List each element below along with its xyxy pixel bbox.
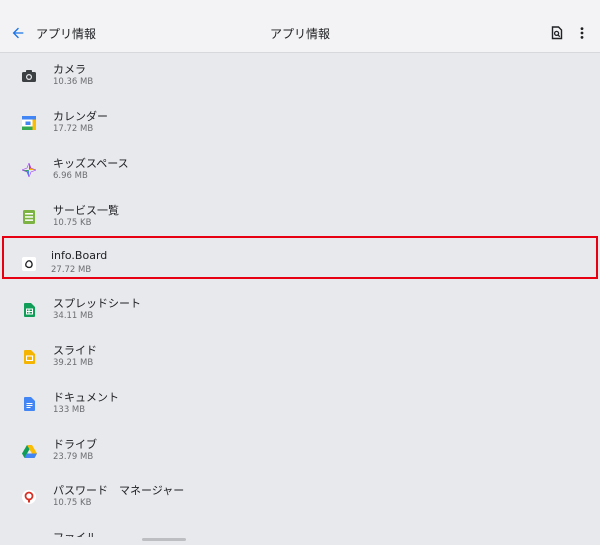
list-item-docs[interactable]: ドキュメント 133 MB: [0, 385, 600, 431]
list-item-calendar[interactable]: カレンダー 17.72 MB: [0, 104, 600, 150]
list-item-info-board[interactable]: info.Board 27.72 MB: [0, 245, 600, 291]
list-item-service-list[interactable]: サービス一覧 10.75 KB: [0, 198, 600, 244]
service-list-icon: [21, 209, 37, 225]
status-bar: [0, 0, 600, 14]
slides-icon: [21, 349, 37, 365]
list-item-camera[interactable]: カメラ 10.36 MB: [0, 57, 600, 103]
app-name: サービス一覧: [53, 204, 119, 217]
app-size: 133 MB: [53, 405, 86, 415]
app-name: ファイル: [53, 529, 97, 537]
app-size: 17.72 MB: [53, 124, 94, 134]
list-item-sheets[interactable]: スプレッドシート 34.11 MB: [0, 291, 600, 337]
app-size: 27.72 MB: [51, 265, 92, 275]
app-name: info.Board: [51, 249, 108, 262]
app-size: 34.11 MB: [53, 311, 94, 321]
app-name: ドライブ: [53, 438, 97, 451]
list-item-files[interactable]: ファイル: [0, 525, 600, 537]
app-size: 39.21 MB: [53, 358, 94, 368]
app-name: スライド: [53, 344, 97, 357]
more-vert-icon: [580, 27, 584, 39]
app-list: カメラ 10.36 MB カレンダー 17.72 MB キッズスペース 6.96…: [0, 53, 600, 537]
app-name: カメラ: [53, 63, 86, 76]
app-size: 10.36 MB: [53, 77, 94, 87]
app-name: ドキュメント: [53, 391, 119, 404]
drive-icon: [21, 443, 37, 459]
home-indicator[interactable]: [142, 538, 186, 541]
password-manager-icon: [21, 489, 37, 505]
sheets-icon: [21, 302, 37, 318]
kids-space-icon: [21, 162, 37, 178]
app-size: 6.96 MB: [53, 171, 88, 181]
calendar-icon: [21, 115, 37, 131]
app-name: パスワード マネージャー: [53, 484, 185, 497]
docs-icon: [21, 396, 37, 412]
app-size: 10.75 KB: [53, 498, 92, 508]
arrow-back-icon: [12, 27, 24, 39]
list-item-kids-space[interactable]: キッズスペース 6.96 MB: [0, 151, 600, 197]
app-name: スプレッドシート: [53, 297, 141, 310]
app-bar: アプリ情報 アプリ情報: [0, 14, 600, 53]
app-name: カレンダー: [53, 110, 108, 123]
search-page-icon: [551, 26, 563, 40]
back-button[interactable]: [8, 23, 28, 43]
more-options-button[interactable]: [574, 24, 590, 42]
list-item-password-manager[interactable]: パスワード マネージャー 10.75 KB: [0, 478, 600, 524]
app-size: 10.75 KB: [53, 218, 92, 228]
app-name: キッズスペース: [53, 157, 129, 170]
search-apps-button[interactable]: [549, 24, 565, 42]
list-item-drive[interactable]: ドライブ 23.79 MB: [0, 432, 600, 478]
camera-icon: [21, 68, 37, 84]
info-board-icon: [21, 256, 37, 272]
app-size: 23.79 MB: [53, 452, 94, 462]
bottom-area: [0, 537, 600, 545]
list-item-slides[interactable]: スライド 39.21 MB: [0, 338, 600, 384]
nav-title: アプリ情報: [36, 27, 97, 41]
